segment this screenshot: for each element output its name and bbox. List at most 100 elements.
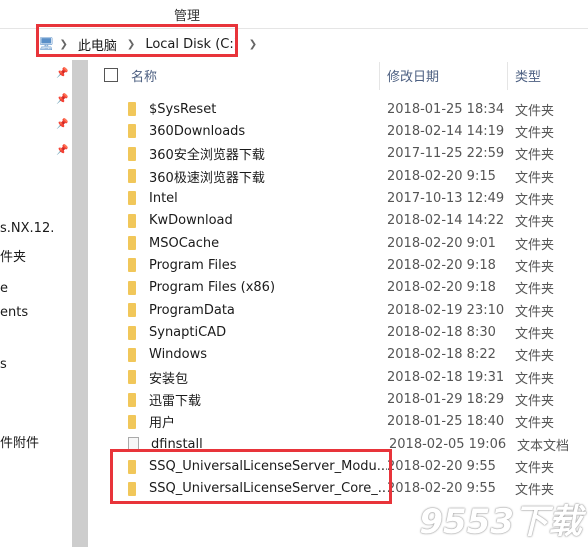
- folder-icon: [128, 325, 136, 340]
- column-header-date[interactable]: 修改日期: [387, 66, 439, 88]
- nav-scrollbar[interactable]: [72, 60, 88, 547]
- manage-tab[interactable]: 管理: [174, 5, 200, 24]
- file-type: 文件夹: [515, 103, 555, 119]
- file-name: 安装包: [149, 371, 189, 387]
- file-type: 文件夹: [515, 148, 555, 164]
- pin-icon: 📌: [56, 145, 69, 156]
- file-type: 文件夹: [515, 461, 555, 477]
- file-name: 用户: [149, 416, 176, 432]
- folder-icon: [128, 213, 136, 228]
- folder-icon: [128, 169, 136, 184]
- file-row[interactable]: 用户 2018-01-25 18:40 文件夹: [128, 411, 588, 433]
- nav-item[interactable]: 件夹: [0, 246, 26, 265]
- chevron-right-icon: ❯: [248, 38, 258, 50]
- file-name: MSOCache: [149, 235, 220, 251]
- folder-icon: [128, 280, 136, 295]
- file-type: 文件夹: [515, 125, 555, 141]
- file-name: Program Files: [149, 257, 237, 273]
- select-all-checkbox[interactable]: [104, 68, 118, 82]
- nav-item[interactable]: s.NX.12.: [0, 221, 54, 236]
- file-row[interactable]: ProgramData 2018-02-19 23:10 文件夹: [128, 299, 588, 321]
- file-row[interactable]: 360Downloads 2018-02-14 14:19 文件夹: [128, 120, 588, 142]
- file-type: 文件夹: [515, 237, 555, 253]
- file-date: 2018-01-25 18:40: [387, 414, 505, 430]
- nav-item[interactable]: s: [0, 357, 7, 372]
- folder-icon: [128, 191, 136, 206]
- file-type: 文本文档: [517, 438, 570, 454]
- file-row[interactable]: 360安全浏览器下载 2017-11-25 22:59 文件夹: [128, 143, 588, 165]
- nav-item[interactable]: e: [0, 281, 8, 296]
- file-row[interactable]: Program Files (x86) 2018-02-20 9:18 文件夹: [128, 277, 588, 299]
- file-date: 2018-02-20 9:18: [387, 280, 496, 296]
- file-type: 文件夹: [515, 394, 555, 410]
- file-type: 文件夹: [515, 170, 555, 186]
- folder-icon: [128, 414, 136, 429]
- file-row[interactable]: KwDownload 2018-02-14 14:22 文件夹: [128, 210, 588, 232]
- file-row[interactable]: Windows 2018-02-18 8:22 文件夹: [128, 344, 588, 366]
- file-type: 文件夹: [515, 282, 555, 298]
- folder-icon: [128, 303, 136, 318]
- file-name: SynaptiCAD: [149, 325, 227, 340]
- file-date: 2018-02-14 14:19: [387, 123, 505, 139]
- file-type: 文件夹: [515, 416, 555, 432]
- file-name: Windows: [149, 347, 208, 363]
- folder-icon: [128, 236, 136, 251]
- file-type: 文件夹: [515, 327, 555, 342]
- file-date: 2018-02-20 9:15: [387, 168, 496, 184]
- file-type: 文件夹: [515, 304, 555, 320]
- pin-icon: 📌: [56, 119, 69, 130]
- file-date: 2018-02-20 9:01: [387, 235, 496, 251]
- folder-icon: [128, 102, 136, 116]
- file-name: 360Downloads: [149, 123, 246, 139]
- file-name: Intel: [149, 190, 178, 206]
- file-name: Program Files (x86): [149, 280, 276, 296]
- address-highlight: [36, 24, 238, 57]
- file-type: 文件夹: [515, 349, 555, 365]
- file-date: 2017-11-25 22:59: [387, 146, 505, 162]
- nav-item[interactable]: ents: [0, 305, 28, 320]
- file-row[interactable]: 360极速浏览器下载 2018-02-20 9:15 文件夹: [128, 165, 588, 187]
- folder-icon: [128, 124, 136, 139]
- file-date: 2017-10-13 12:49: [387, 190, 505, 206]
- file-type: 文件夹: [515, 192, 555, 208]
- column-divider: [379, 62, 380, 90]
- file-date: 2018-02-14 14:22: [387, 213, 505, 229]
- column-header-name[interactable]: 名称: [131, 66, 157, 88]
- folder-icon: [128, 370, 136, 385]
- file-type: 文件夹: [515, 259, 555, 275]
- file-name: 迅雷下载: [149, 394, 202, 410]
- file-row[interactable]: 迅雷下载 2018-01-29 18:29 文件夹: [128, 389, 588, 411]
- file-row[interactable]: Intel 2017-10-13 12:49 文件夹: [128, 187, 588, 209]
- file-row[interactable]: Program Files 2018-02-20 9:18 文件夹: [128, 254, 588, 276]
- folder-icon: [128, 258, 136, 273]
- file-date: 2018-01-25 18:34: [387, 101, 505, 117]
- file-date: 2018-02-20 9:18: [387, 257, 496, 273]
- file-name: $SysReset: [149, 101, 217, 117]
- file-name: 360极速浏览器下载: [149, 170, 265, 186]
- file-name: KwDownload: [149, 213, 233, 229]
- file-date: 2018-02-20 9:55: [387, 459, 496, 475]
- watermark-logo: 9553下载: [419, 502, 582, 542]
- file-date: 2018-02-05 19:06: [389, 436, 507, 452]
- folder-icon: [128, 392, 136, 407]
- file-date: 2018-02-18 19:31: [387, 369, 505, 385]
- file-type: 文件夹: [515, 371, 555, 387]
- folder-icon: [128, 347, 136, 362]
- file-name: ProgramData: [149, 302, 235, 318]
- pin-icon: 📌: [56, 68, 69, 79]
- file-date: 2018-02-18 8:22: [387, 347, 496, 363]
- folder-icon: [128, 146, 136, 161]
- file-row[interactable]: $SysReset 2018-01-25 18:34 文件夹: [128, 98, 588, 120]
- column-divider: [507, 62, 508, 90]
- file-date: 2018-02-19 23:10: [387, 302, 505, 318]
- file-row[interactable]: MSOCache 2018-02-20 9:01 文件夹: [128, 232, 588, 254]
- file-row[interactable]: SynaptiCAD 2018-02-18 8:30 文件夹: [128, 322, 588, 344]
- column-header-type[interactable]: 类型: [515, 66, 541, 88]
- selection-highlight: [110, 449, 392, 504]
- file-row[interactable]: 安装包 2018-02-18 19:31 文件夹: [128, 366, 588, 388]
- nav-item[interactable]: 件附件: [0, 432, 39, 451]
- navigation-pane: [0, 60, 72, 547]
- pin-icon: 📌: [56, 94, 69, 105]
- file-name: 360安全浏览器下载: [149, 148, 265, 164]
- file-date: 2018-01-29 18:29: [387, 392, 505, 408]
